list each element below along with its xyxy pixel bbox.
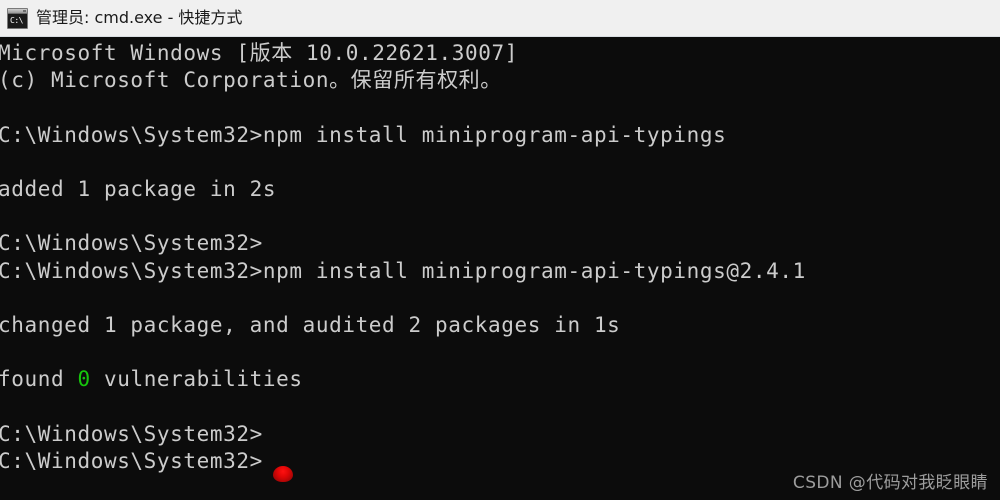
cmd-icon-titlebar-strip [8, 8, 27, 14]
console-line: changed 1 package, and audited 2 package… [0, 312, 621, 337]
cmd-console-icon: C:\ [7, 7, 28, 29]
console-text-buffer: Microsoft Windows [版本 10.0.22621.3007] (c… [0, 40, 806, 475]
console-line: C:\Windows\System32> [0, 231, 263, 256]
console-output-area[interactable]: Microsoft Windows [版本 10.0.22621.3007] (c… [0, 37, 1000, 500]
cmd-console-window: C:\ 管理员: cmd.exe - 快捷方式 Microsoft Window… [0, 0, 1000, 500]
console-line: C:\Windows\System32> [0, 421, 263, 446]
window-title-text: 管理员: cmd.exe - 快捷方式 [36, 8, 243, 27]
console-line: C:\Windows\System32> [0, 448, 263, 473]
csdn-watermark: CSDN @代码对我眨眼睛 [792, 473, 988, 493]
console-line: (c) Microsoft Corporation。保留所有权利。 [0, 68, 502, 93]
console-line: C:\Windows\System32>npm install miniprog… [0, 258, 806, 283]
console-line: found 0 vulnerabilities [0, 366, 806, 393]
console-line: Microsoft Windows [版本 10.0.22621.3007] [0, 41, 518, 65]
vulnerability-count: 0 [77, 367, 91, 392]
found-prefix: found [0, 367, 78, 392]
console-line: C:\Windows\System32>npm install miniprog… [0, 122, 727, 147]
console-line: added 1 package in 2s [0, 176, 277, 201]
found-suffix: vulnerabilities [90, 367, 303, 392]
cmd-icon-prompt-glyph: C:\ [10, 15, 23, 25]
window-title-bar[interactable]: C:\ 管理员: cmd.exe - 快捷方式 [0, 0, 1000, 37]
